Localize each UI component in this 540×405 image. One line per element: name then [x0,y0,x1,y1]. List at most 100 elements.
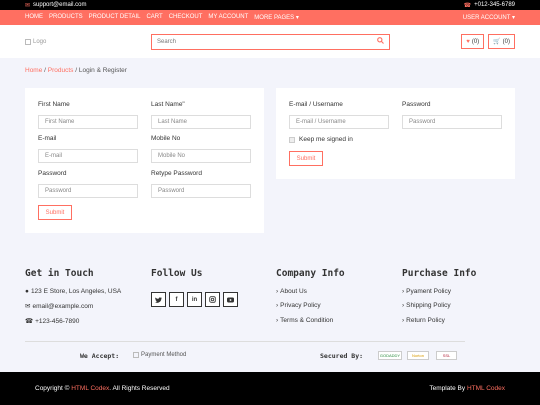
footer-link-label: Pyament Policy [406,288,451,295]
header: Logo Search ♥ (0) 🛒 (0) [0,25,540,58]
wishlist-count: (0) [471,38,480,45]
phone-icon: ☎ [463,2,472,9]
breadcrumb-current: Login & Register [78,67,127,74]
broken-image-icon [133,352,139,358]
keep-signed-in-label: Keep me signed in [299,136,353,143]
keep-signed-in-checkbox[interactable]: Keep me signed in [289,136,353,143]
login-form: E-mail / Username E-mail / Username Pass… [276,88,515,179]
get-in-touch-heading: Get in Touch [25,268,94,279]
template-credit: Template By HTML Codex [429,385,505,392]
youtube-icon[interactable] [223,292,238,307]
register-submit-button[interactable]: Submit [38,205,72,220]
footer-link-payment[interactable]: › Pyament Policy [402,288,451,295]
contact-email-text: support@email.com [33,2,87,8]
instagram-icon[interactable] [205,292,220,307]
breadcrumb-products[interactable]: Products [48,67,74,74]
contact-email[interactable]: ✉ support@email.com [25,2,86,9]
broken-image-icon [25,38,31,45]
footer-link-label: Return Policy [406,317,445,324]
register-form: First Name First Name Last Name" Last Na… [25,88,264,233]
godaddy-badge: GODADDY [378,351,402,360]
main-nav: HOME PRODUCTS PRODUCT DETAIL CART CHECKO… [0,10,540,25]
login-email-field[interactable]: E-mail / Username [289,115,389,129]
footer-link-shipping[interactable]: › Shipping Policy [402,302,451,309]
nav-home[interactable]: HOME [25,14,43,21]
follow-us-heading: Follow Us [151,268,203,279]
footer-link-about[interactable]: › About Us [276,288,307,295]
nav-links: HOME PRODUCTS PRODUCT DETAIL CART CHECKO… [25,14,299,21]
facebook-icon[interactable]: f [169,292,184,307]
norton-badge: Norton [407,351,429,360]
contact-phone-text: +012-345-6789 [474,2,515,8]
search-placeholder: Search [157,38,177,45]
footer-phone-text: +123-456-7890 [35,317,80,325]
envelope-icon: ✉ [25,2,31,9]
copyright-bar: Copyright © HTML Codex. All Rights Reser… [0,372,540,405]
chevron-right-icon: › [402,317,405,324]
login-password-field[interactable]: Password [402,115,502,129]
chevron-right-icon: › [276,288,279,295]
email-line[interactable]: ✉ email@example.com [25,302,93,311]
password-label: Password [38,170,67,177]
footer-link-return[interactable]: › Return Policy [402,317,445,324]
nav-my-account[interactable]: MY ACCOUNT [208,14,248,21]
login-submit-button[interactable]: Submit [289,151,323,166]
checkbox-box[interactable] [289,136,295,143]
wishlist-button[interactable]: ♥ (0) [461,34,485,49]
footer-link-label: Terms & Condition [280,317,334,324]
heart-icon: ♥ [466,38,470,45]
copyright-text: Copyright © HTML Codex. All Rights Reser… [35,385,170,392]
chevron-right-icon: › [276,302,279,309]
retype-password-field[interactable]: Password [151,184,251,198]
we-accept-label: We Accept: [80,352,120,360]
linkedin-icon[interactable]: in [187,292,202,307]
address-text: 123 E Store, Los Angeles, USA [30,288,122,295]
footer-link-terms[interactable]: › Terms & Condition [276,317,333,324]
breadcrumb-separator: / [44,67,46,74]
nav-checkout[interactable]: CHECKOUT [169,14,203,21]
breadcrumb-separator: / [75,67,78,74]
nav-products[interactable]: PRODUCTS [49,14,83,21]
twitter-icon[interactable] [151,292,166,307]
template-by-label: Template By [429,385,466,392]
chevron-right-icon: › [402,302,405,309]
mobile-label: Mobile No [151,135,181,142]
logo[interactable]: Logo [25,38,151,45]
footer-link-privacy[interactable]: › Privacy Policy [276,302,321,309]
address-line: ● 123 E Store, Los Angeles, USA [25,288,121,295]
phone-line[interactable]: ☎ +123-456-7890 [25,317,80,326]
breadcrumb-home[interactable]: Home [25,67,42,74]
nav-more-pages-dropdown[interactable]: MORE PAGES ▾ [254,14,299,21]
social-links: f in [151,292,238,307]
search-input[interactable]: Search [151,33,390,50]
nav-cart[interactable]: CART [146,14,162,21]
cart-count: (0) [502,38,510,45]
contact-phone[interactable]: ☎ +012-345-6789 [464,2,515,9]
mobile-field[interactable]: Mobile No [151,149,251,163]
first-name-label: First Name [38,101,70,108]
nav-product-detail[interactable]: PRODUCT DETAIL [89,14,141,21]
footer-link-label: Privacy Policy [280,302,321,309]
copyright-brand-link[interactable]: HTML Codex [71,385,109,392]
map-marker-icon: ● [25,288,29,295]
last-name-field[interactable]: Last Name [151,115,251,129]
chevron-right-icon: › [276,317,279,324]
top-bar: ✉ support@email.com ☎ +012-345-6789 [0,0,540,10]
first-name-field[interactable]: First Name [38,115,138,129]
cart-button[interactable]: 🛒 (0) [488,34,515,49]
company-info-heading: Company Info [276,268,345,279]
copyright-suffix: . All Rights Reserved [109,385,170,392]
footer-link-label: About Us [280,288,307,295]
template-brand-link[interactable]: HTML Codex [467,385,505,392]
password-field[interactable]: Password [38,184,138,198]
shopping-cart-icon: 🛒 [493,39,501,45]
footer: Get in Touch ● 123 E Store, Los Angeles,… [0,255,540,372]
logo-alt-text: Logo [33,38,47,45]
phone-icon: ☎ [25,318,34,325]
search-icon[interactable] [377,37,384,46]
copyright-prefix: Copyright © [35,385,70,392]
login-email-label: E-mail / Username [289,101,343,108]
footer-divider [25,341,465,342]
user-account-dropdown[interactable]: USER ACCOUNT ▾ [463,14,515,21]
email-field[interactable]: E-mail [38,149,138,163]
